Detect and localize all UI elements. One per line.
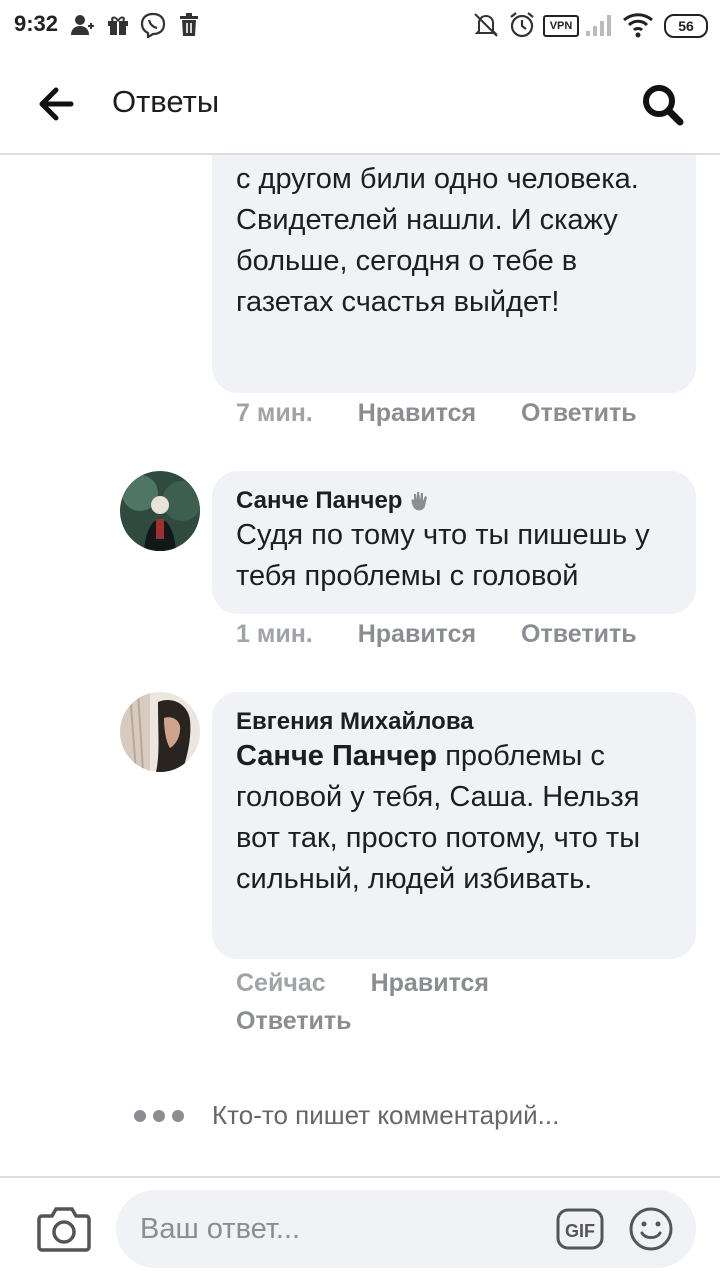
comment-text: Судя по тому что ты пишешь у тебя пробле… <box>236 519 650 592</box>
typing-text: Кто-то пишет комментарий... <box>212 1100 560 1130</box>
comment-bubble[interactable]: Санче Панчер Судя по тому что ты пишешь … <box>212 471 696 614</box>
avatar-image <box>120 471 200 551</box>
author-name: Евгения Михайлова <box>236 708 474 735</box>
like-button[interactable]: Нравится <box>371 969 489 997</box>
svg-text:GIF: GIF <box>565 1221 595 1241</box>
gif-icon: GIF <box>556 1208 604 1250</box>
reply-button[interactable]: Ответить <box>521 399 637 427</box>
camera-button[interactable] <box>36 1204 92 1254</box>
add-friend-icon <box>70 10 96 40</box>
emoji-button[interactable] <box>628 1206 674 1252</box>
reply-input[interactable] <box>116 1190 696 1268</box>
gift-icon <box>106 10 130 40</box>
typing-dots-icon <box>134 1109 184 1122</box>
typing-indicator: Кто-то пишет комментарий... <box>134 1100 559 1131</box>
comment-time: 1 мин. <box>236 620 313 648</box>
page-title: Ответы <box>112 84 220 119</box>
comment-author[interactable]: Евгения Михайлова <box>236 708 672 736</box>
comment-actions: Сейчас Нравится Ответить <box>236 964 536 1040</box>
viber-icon <box>140 10 166 40</box>
reply-button[interactable]: Ответить <box>236 1007 352 1035</box>
app-bar: Ответы <box>0 50 720 155</box>
trash-icon <box>178 10 200 40</box>
avatar-image <box>120 692 200 772</box>
like-button[interactable]: Нравится <box>358 620 476 648</box>
signal-icon <box>584 10 614 40</box>
status-time: 9:32 <box>14 11 59 36</box>
avatar[interactable] <box>120 692 200 772</box>
comment-text: Санче Панчер проблемы с головой у тебя, … <box>236 736 672 900</box>
comment-time: 7 мин. <box>236 399 313 427</box>
reply-button[interactable]: Ответить <box>521 620 637 648</box>
avatar[interactable] <box>120 471 200 551</box>
gif-button[interactable]: GIF <box>556 1208 604 1250</box>
search-icon <box>643 85 684 126</box>
comment-bubble[interactable]: Евгения Михайлова Санче Панчер проблемы … <box>212 692 696 959</box>
comment-author[interactable]: Санче Панчер <box>236 487 672 515</box>
back-button[interactable] <box>34 84 78 124</box>
replies-list: а потом еще и бьет. И не сам, а с другом… <box>0 155 720 1175</box>
vpn-icon: VPN <box>543 15 579 37</box>
status-bar: 9:32 VPN 56 <box>0 0 720 50</box>
camera-icon <box>37 1207 91 1252</box>
like-button[interactable]: Нравится <box>358 399 476 427</box>
author-name: Санче Панчер <box>236 487 403 514</box>
smiley-icon <box>629 1207 673 1251</box>
search-button[interactable] <box>638 80 688 130</box>
mute-bell-icon <box>472 10 500 40</box>
reply-composer: GIF <box>0 1176 720 1282</box>
comment-bubble[interactable]: а потом еще и бьет. И не сам, а с другом… <box>212 155 696 393</box>
mention-link[interactable]: Санче Панчер <box>236 740 437 772</box>
back-arrow-icon <box>39 87 74 121</box>
alarm-icon <box>508 10 536 40</box>
battery-icon: 56 <box>664 14 708 38</box>
comment-actions: 7 мин. Нравится Ответить <box>236 399 637 428</box>
wifi-icon <box>622 10 654 40</box>
comment-time: Сейчас <box>236 969 326 997</box>
wave-hand-icon <box>412 492 428 511</box>
comment-text: а потом еще и бьет. И не сам, а с другом… <box>236 163 639 318</box>
comment-actions: 1 мин. Нравится Ответить <box>236 620 637 649</box>
